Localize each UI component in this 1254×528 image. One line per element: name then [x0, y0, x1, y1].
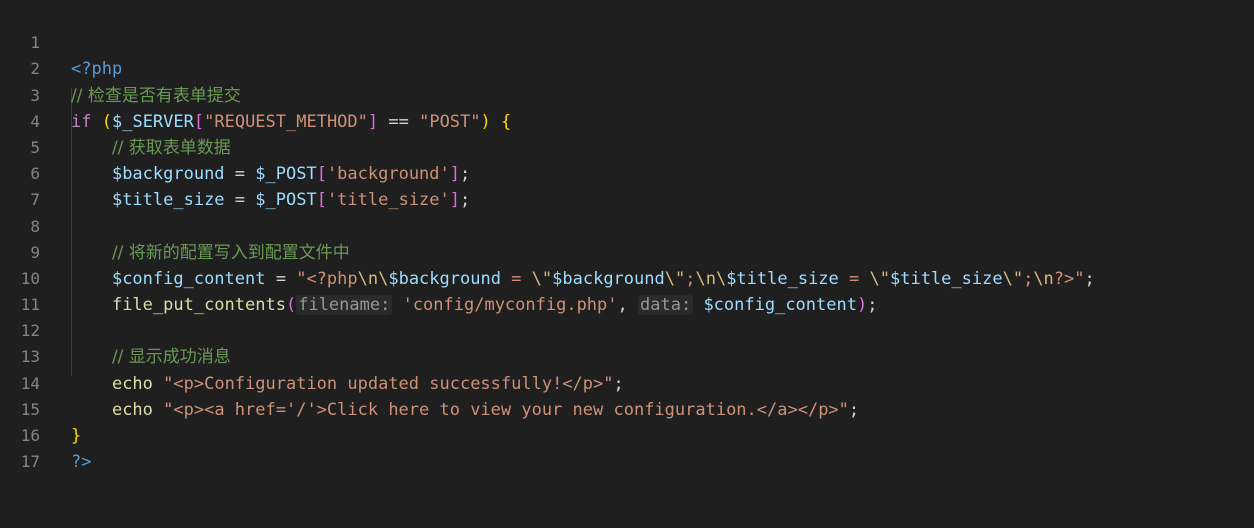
- code-line-11[interactable]: 11: [0, 266, 1254, 314]
- code-line-15[interactable]: 15 }: [0, 371, 1254, 446]
- code-line-16[interactable]: 16 ?>: [0, 397, 1254, 472]
- php-close-tag: ?>: [71, 452, 92, 473]
- code-line-6[interactable]: 6 $title_size = $_POST['title_size'];: [0, 135, 1254, 210]
- code-line-4[interactable]: 4 // 获取表单数据: [0, 83, 1254, 158]
- code-line-1[interactable]: 1 <?php: [0, 4, 1254, 79]
- code-line-10[interactable]: 10 file_put_contents(filename: 'config/m…: [0, 240, 1254, 316]
- code-editor[interactable]: 1 <?php 2 // 检查是否有表单提交 3 if ($_SERVER["R…: [0, 4, 1254, 472]
- code-line-3[interactable]: 3 if ($_SERVER["REQUEST_METHOD"] == "POS…: [0, 56, 1254, 132]
- code-line-2[interactable]: 2 // 检查是否有表单提交: [0, 30, 1254, 105]
- code-line-17[interactable]: 17: [0, 423, 1254, 471]
- code-line-8[interactable]: 8 // 将新的配置写入到配置文件中: [0, 187, 1254, 263]
- code-line-9[interactable]: 9 $config_content = "<?php\n\$background…: [0, 214, 1254, 289]
- code-line-5[interactable]: 5 $background = $_POST['background'];: [0, 109, 1254, 184]
- code-line-13[interactable]: 13 echo "<p>Configuration updated succes…: [0, 318, 1254, 393]
- line-number: 17: [20, 452, 40, 472]
- code-line-14[interactable]: 14 echo "<p><a href='/'>Click here to vi…: [0, 344, 1254, 420]
- code-line-12[interactable]: 12 // 显示成功消息: [0, 292, 1254, 367]
- code-line-7[interactable]: 7: [0, 161, 1254, 209]
